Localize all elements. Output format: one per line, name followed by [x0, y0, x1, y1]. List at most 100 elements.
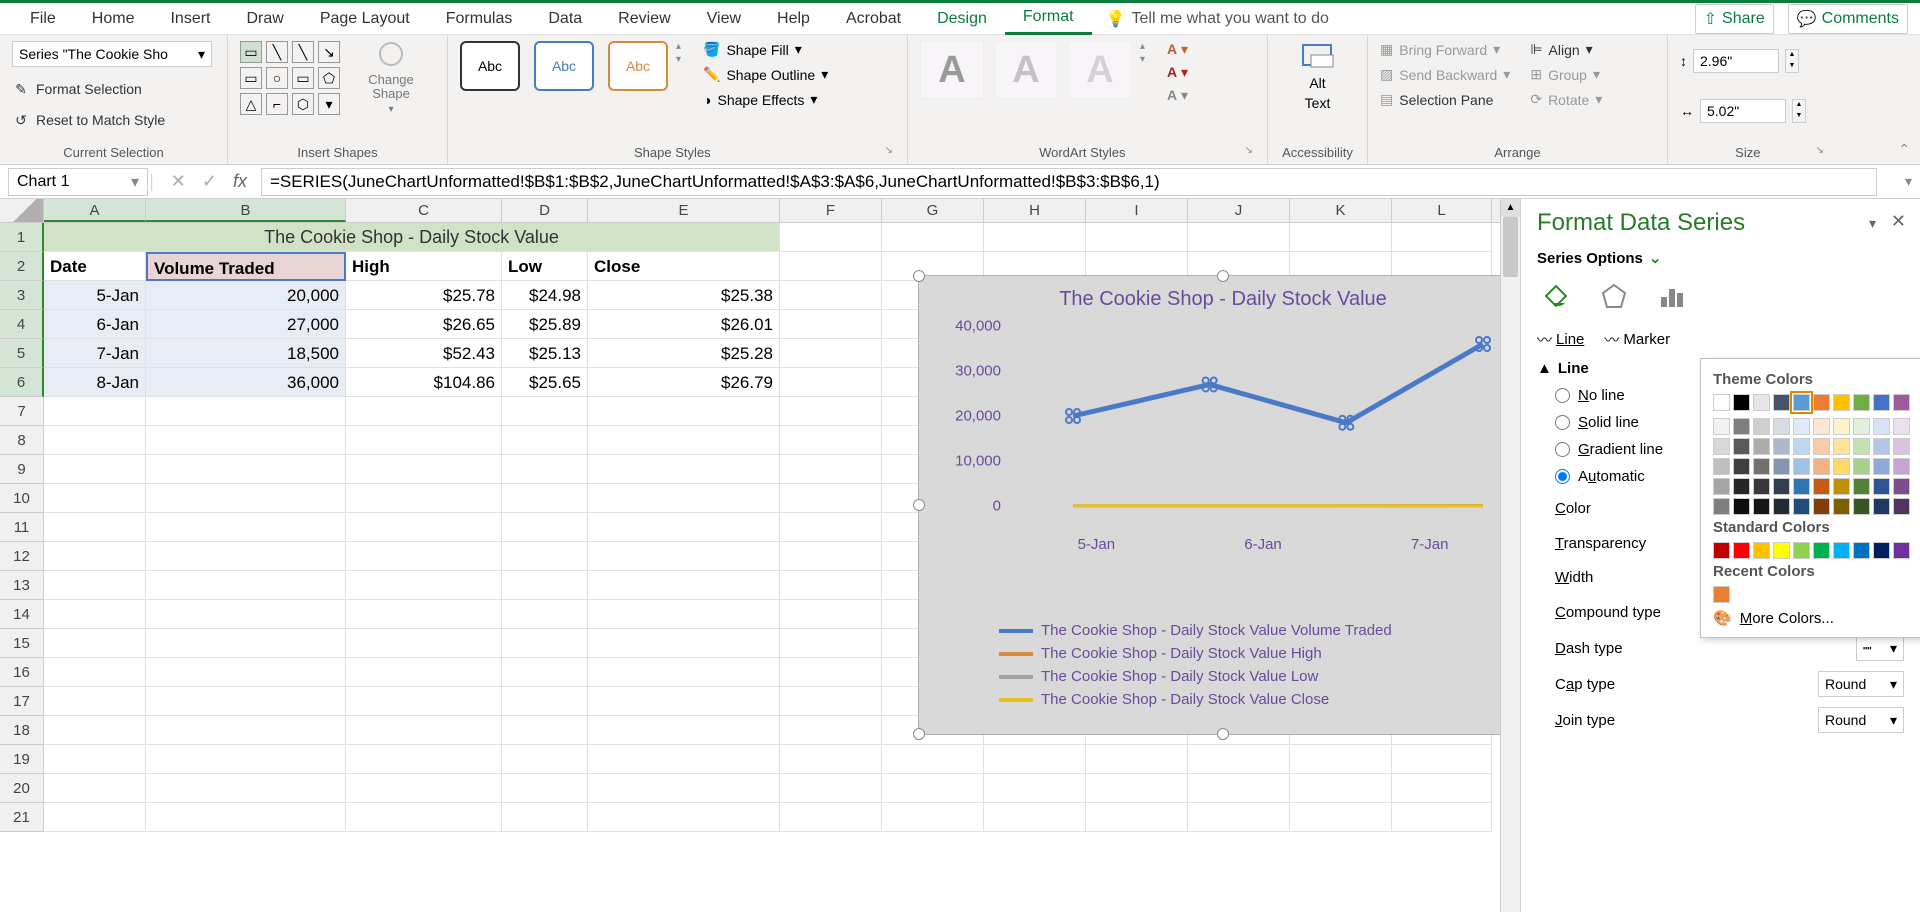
- cell[interactable]: [780, 687, 882, 716]
- color-swatch[interactable]: [1833, 418, 1850, 435]
- change-shape-button[interactable]: Change Shape ▾: [356, 41, 426, 115]
- resize-handle[interactable]: [1217, 728, 1229, 740]
- cell[interactable]: 6-Jan: [44, 310, 146, 339]
- cell[interactable]: [984, 745, 1086, 774]
- cell[interactable]: [780, 426, 882, 455]
- menu-data[interactable]: Data: [530, 4, 600, 34]
- cell[interactable]: [346, 484, 502, 513]
- series-options-dropdown[interactable]: Series Options ⌄: [1537, 249, 1904, 267]
- shape-height-input[interactable]: [1693, 49, 1779, 73]
- row-header[interactable]: 2: [0, 252, 44, 281]
- collapse-ribbon-icon[interactable]: ⌃: [1898, 141, 1910, 158]
- cell[interactable]: [502, 803, 588, 832]
- color-swatch[interactable]: [1873, 458, 1890, 475]
- width-spinner[interactable]: ▲▼: [1792, 99, 1806, 123]
- cell[interactable]: [780, 223, 882, 252]
- cell[interactable]: [502, 716, 588, 745]
- shape-fill-button[interactable]: 🪣Shape Fill ▾: [703, 41, 828, 58]
- cell[interactable]: [502, 571, 588, 600]
- color-swatch[interactable]: [1733, 418, 1750, 435]
- color-swatch[interactable]: [1793, 458, 1810, 475]
- color-swatch[interactable]: [1773, 458, 1790, 475]
- color-swatch[interactable]: [1793, 542, 1810, 559]
- cell[interactable]: [346, 774, 502, 803]
- cell[interactable]: [1086, 774, 1188, 803]
- share-button[interactable]: ⇧ Share: [1695, 4, 1774, 34]
- color-swatch[interactable]: [1853, 498, 1870, 515]
- cell[interactable]: [146, 658, 346, 687]
- cell[interactable]: [346, 600, 502, 629]
- cell[interactable]: [146, 513, 346, 542]
- cell[interactable]: [984, 803, 1086, 832]
- cell[interactable]: [780, 629, 882, 658]
- column-header[interactable]: K: [1290, 199, 1392, 222]
- cell[interactable]: $26.65: [346, 310, 502, 339]
- color-swatch[interactable]: [1773, 478, 1790, 495]
- color-swatch[interactable]: [1893, 438, 1910, 455]
- cell[interactable]: [146, 716, 346, 745]
- color-swatch[interactable]: [1733, 458, 1750, 475]
- cell[interactable]: [1188, 223, 1290, 252]
- select-all-button[interactable]: [0, 199, 44, 222]
- cell[interactable]: [146, 571, 346, 600]
- expand-formula-bar-icon[interactable]: ▾: [1905, 173, 1912, 190]
- row-header[interactable]: 14: [0, 600, 44, 629]
- cell[interactable]: [780, 774, 882, 803]
- format-selection-button[interactable]: ✎ Format Selection: [12, 80, 215, 98]
- color-swatch[interactable]: [1753, 418, 1770, 435]
- cell[interactable]: [780, 310, 882, 339]
- cell[interactable]: Date: [44, 252, 146, 281]
- fx-icon[interactable]: fx: [233, 171, 247, 192]
- color-swatch[interactable]: [1893, 542, 1910, 559]
- cell[interactable]: $25.13: [502, 339, 588, 368]
- cell[interactable]: $104.86: [346, 368, 502, 397]
- wordart-gallery[interactable]: A A A: [920, 41, 1132, 99]
- chart-element-dropdown[interactable]: Series "The Cookie Sho ▾: [12, 41, 212, 67]
- effects-tab-icon[interactable]: [1595, 277, 1633, 315]
- row-header[interactable]: 1: [0, 223, 44, 252]
- color-swatch[interactable]: [1853, 458, 1870, 475]
- cell[interactable]: [588, 600, 780, 629]
- cell[interactable]: [780, 484, 882, 513]
- row-header[interactable]: 16: [0, 658, 44, 687]
- row-header[interactable]: 4: [0, 310, 44, 339]
- color-swatch[interactable]: [1813, 458, 1830, 475]
- color-swatch[interactable]: [1793, 418, 1810, 435]
- color-swatch[interactable]: [1873, 478, 1890, 495]
- alt-text-button[interactable]: AltText: [1291, 41, 1345, 111]
- cell[interactable]: [146, 774, 346, 803]
- row-header[interactable]: 9: [0, 455, 44, 484]
- cell[interactable]: [346, 542, 502, 571]
- row-header[interactable]: 20: [0, 774, 44, 803]
- column-header[interactable]: F: [780, 199, 882, 222]
- menu-review[interactable]: Review: [600, 4, 688, 34]
- color-swatch[interactable]: [1893, 478, 1910, 495]
- column-header[interactable]: D: [502, 199, 588, 222]
- text-outline-button[interactable]: A ▾: [1167, 64, 1188, 81]
- column-header[interactable]: H: [984, 199, 1086, 222]
- row-header[interactable]: 19: [0, 745, 44, 774]
- cell[interactable]: $26.79: [588, 368, 780, 397]
- cell[interactable]: [780, 542, 882, 571]
- line-tab[interactable]: 〰Line: [1537, 329, 1584, 350]
- cell[interactable]: [44, 745, 146, 774]
- cell[interactable]: [984, 774, 1086, 803]
- cell[interactable]: [588, 745, 780, 774]
- cell[interactable]: [780, 252, 882, 281]
- cell[interactable]: Close: [588, 252, 780, 281]
- legend-item[interactable]: The Cookie Shop - Daily Stock Value Volu…: [999, 622, 1392, 639]
- cell[interactable]: [1188, 774, 1290, 803]
- row-header[interactable]: 11: [0, 513, 44, 542]
- color-swatch[interactable]: [1753, 458, 1770, 475]
- cell[interactable]: $25.38: [588, 281, 780, 310]
- cell[interactable]: [780, 339, 882, 368]
- color-swatch[interactable]: [1873, 438, 1890, 455]
- color-swatch[interactable]: [1793, 498, 1810, 515]
- color-swatch[interactable]: [1813, 438, 1830, 455]
- cell[interactable]: [44, 426, 146, 455]
- cell[interactable]: [780, 658, 882, 687]
- color-swatch[interactable]: [1753, 542, 1770, 559]
- color-swatch[interactable]: [1733, 394, 1750, 411]
- color-swatch[interactable]: [1713, 394, 1730, 411]
- column-header[interactable]: B: [146, 199, 346, 222]
